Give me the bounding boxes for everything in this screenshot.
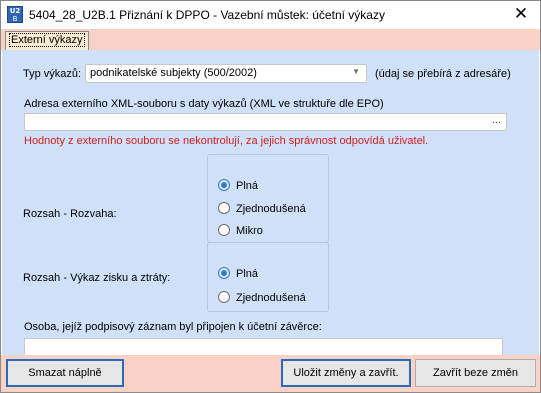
- rozvaha-radio-group: Plná Zjednodušená Mikro: [207, 154, 329, 243]
- warning-text: Hodnoty z externího souboru se nekontrol…: [24, 135, 429, 147]
- window-title: 5404_28_U2B.1 Přiznání k DPPO - Vazební …: [29, 8, 385, 22]
- tab-label: Externí výkazy: [9, 33, 85, 47]
- radio-unchecked-icon: [218, 224, 230, 236]
- rozsah-rozvaha-label: Rozsah - Rozvaha:: [23, 208, 117, 220]
- dialog-window: U2 B 5404_28_U2B.1 Přiznání k DPPO - Vaz…: [0, 0, 541, 393]
- rozvaha-option-zjednodusena[interactable]: Zjednodušená: [218, 202, 306, 215]
- rozvaha-option-label: Zjednodušená: [236, 203, 306, 215]
- vzz-option-plna[interactable]: Plná: [218, 267, 258, 280]
- radio-checked-icon: [218, 267, 230, 279]
- typ-vykazu-label: Typ výkazů:: [23, 68, 82, 80]
- typ-vykazu-select[interactable]: podnikatelské subjekty (500/2002) ▼: [85, 64, 367, 83]
- vzz-option-zjednodusena[interactable]: Zjednodušená: [218, 291, 306, 304]
- rozsah-vzz-label: Rozsah - Výkaz zisku a ztráty:: [23, 272, 171, 284]
- tab-strip: Externí výkazy: [1, 29, 540, 50]
- osoba-label: Osoba, jejíž podpisový záznam byl připoj…: [24, 321, 322, 333]
- browse-button[interactable]: ...: [492, 114, 501, 126]
- app-icon-text-bottom: B: [12, 15, 18, 23]
- tab-externi-vykazy[interactable]: Externí výkazy: [5, 31, 89, 50]
- close-without-save-button[interactable]: Zavřít beze změn: [415, 359, 536, 387]
- app-icon: U2 B: [7, 6, 23, 23]
- xml-address-label: Adresa externího XML-souboru s daty výka…: [24, 98, 384, 110]
- clear-button[interactable]: Smazat náplně: [6, 359, 124, 387]
- vzz-option-label: Zjednodušená: [236, 292, 306, 304]
- rozvaha-option-label: Mikro: [236, 225, 263, 237]
- radio-unchecked-icon: [218, 291, 230, 303]
- radio-checked-icon: [218, 179, 230, 191]
- close-icon[interactable]: ✕: [508, 3, 534, 25]
- radio-unchecked-icon: [218, 202, 230, 214]
- form-panel: Typ výkazů: podnikatelské subjekty (500/…: [2, 50, 539, 356]
- rozvaha-option-label: Plná: [236, 180, 259, 192]
- vzz-option-label: Plná: [236, 268, 259, 280]
- xml-address-input[interactable]: ...: [24, 113, 507, 131]
- footer-bar: Smazat náplně Uložit změny a zavřít. Zav…: [1, 355, 540, 392]
- app-icon-text-top: U2: [9, 7, 21, 15]
- chevron-down-icon: ▼: [352, 67, 360, 76]
- title-bar: U2 B 5404_28_U2B.1 Přiznání k DPPO - Vaz…: [1, 1, 540, 29]
- rozvaha-option-mikro[interactable]: Mikro: [218, 224, 263, 237]
- rozvaha-option-plna[interactable]: Plná: [218, 179, 258, 192]
- vzz-radio-group: Plná Zjednodušená: [207, 242, 329, 312]
- typ-vykazu-note: (údaj se přebírá z adresáře): [375, 68, 511, 80]
- save-and-close-button[interactable]: Uložit změny a zavřít.: [281, 359, 411, 387]
- osoba-input[interactable]: [24, 338, 503, 356]
- typ-vykazu-value: podnikatelské subjekty (500/2002): [90, 67, 257, 79]
